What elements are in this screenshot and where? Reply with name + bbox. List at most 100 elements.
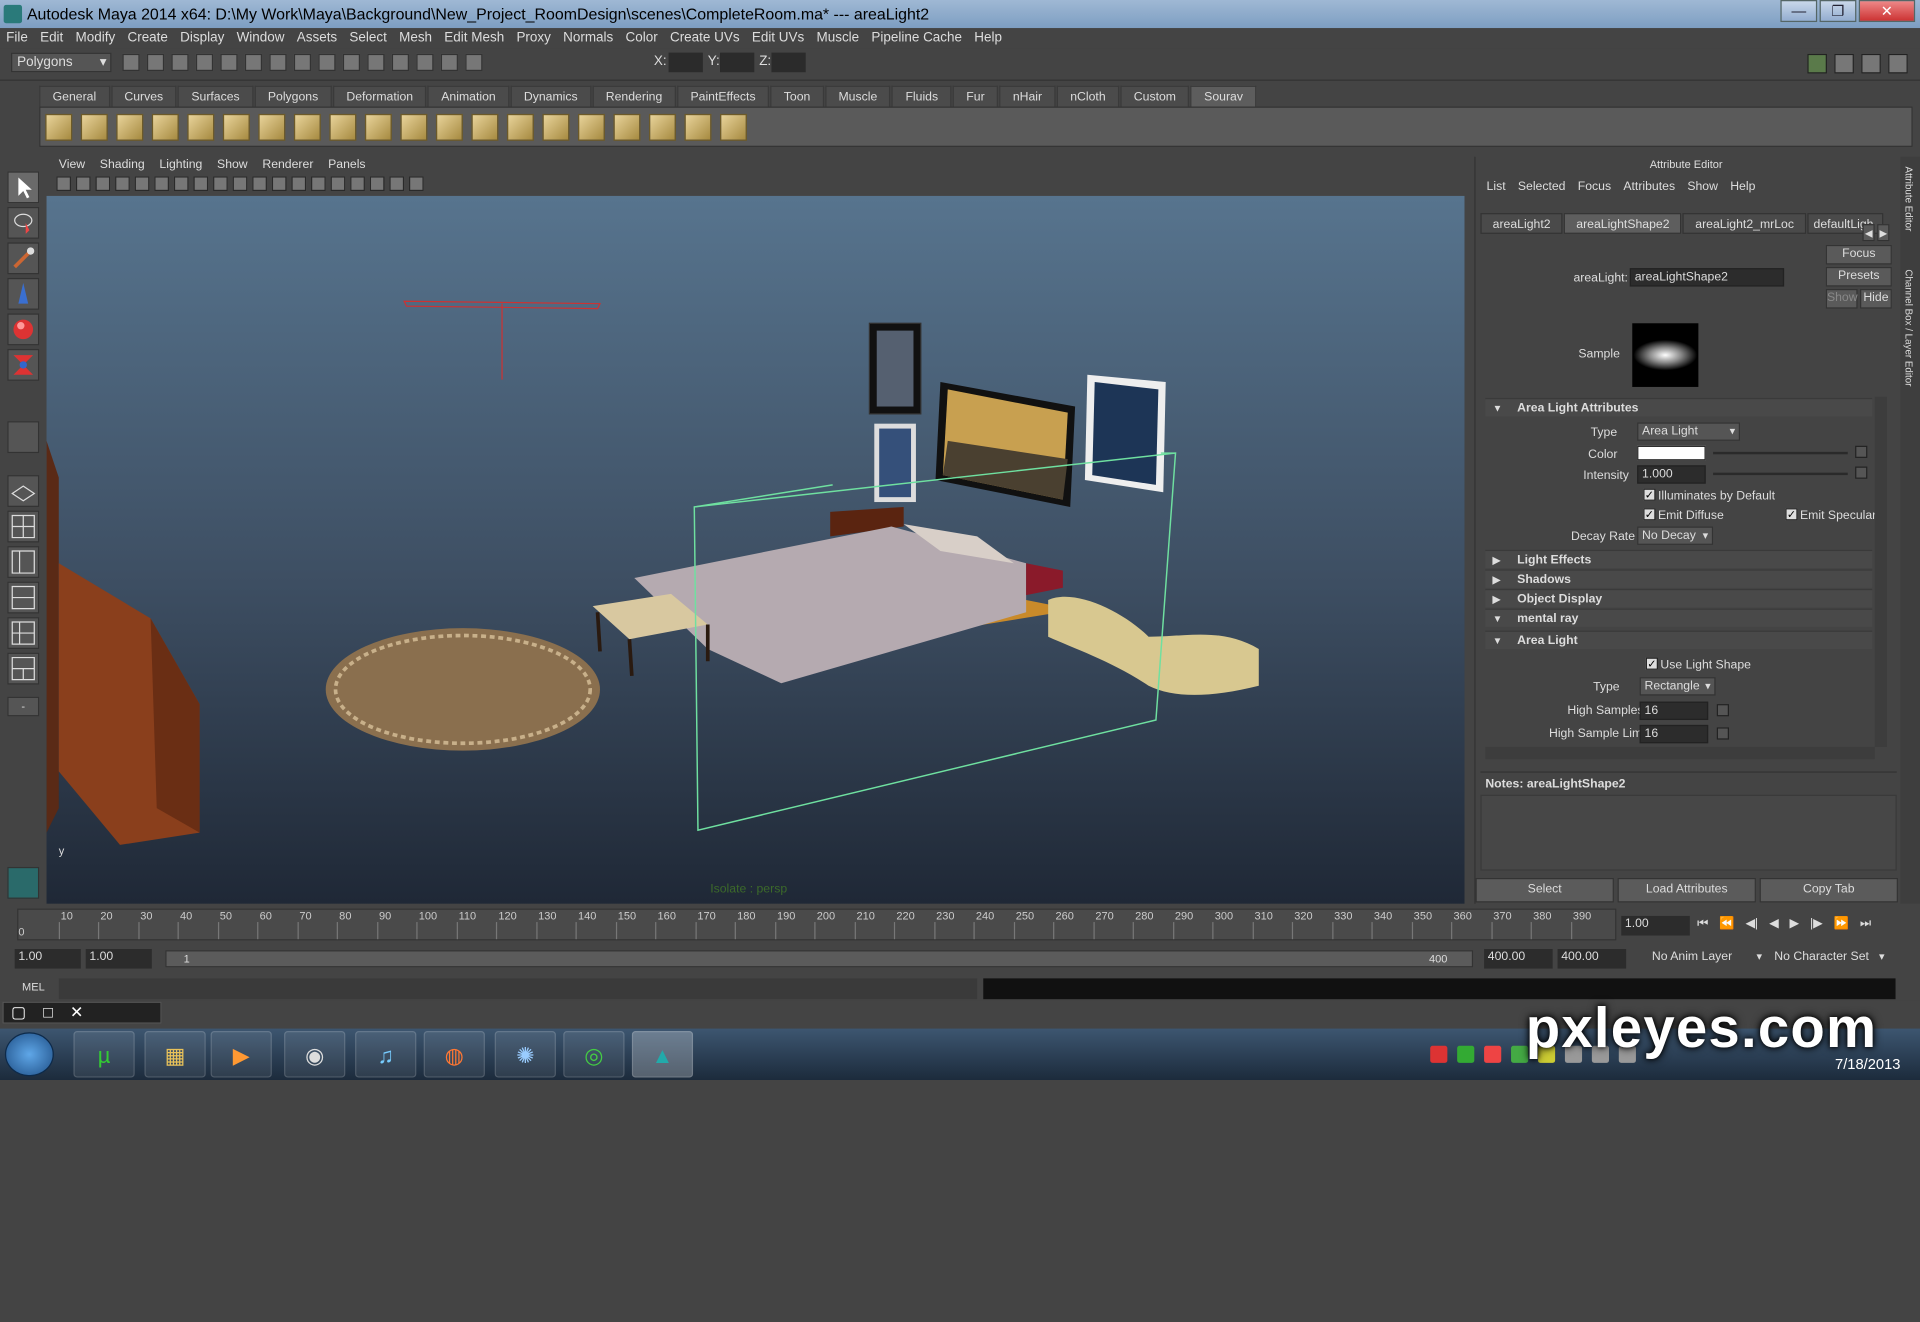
shelf-tab-rendering[interactable]: Rendering [592,85,676,107]
step-forward-frame-icon[interactable]: |▶ [1810,917,1823,930]
shelf-tab-fluids[interactable]: Fluids [891,85,952,107]
step-back-key-icon[interactable]: ⏪ [1719,917,1734,930]
command-input[interactable] [58,978,978,1000]
tab-scroll-right-icon[interactable]: ▶ [1877,224,1890,242]
shelf-tool-icon[interactable] [542,113,570,141]
shelf-tab-ncloth[interactable]: nCloth [1056,85,1120,107]
layout-single-icon[interactable] [7,475,40,507]
notes-textarea[interactable] [1480,794,1897,871]
toolbox-more-icon[interactable]: - [7,696,40,717]
shelf-tool-icon[interactable] [329,113,357,141]
shadows-icon[interactable] [271,176,287,192]
move-tool-icon[interactable] [7,277,40,310]
menu-create-uvs[interactable]: Create UVs [664,28,746,49]
animation-start-field[interactable]: 1.00 [14,948,81,969]
minimize-button[interactable]: — [1780,0,1818,23]
color-slider[interactable] [1713,451,1848,455]
go-to-start-icon[interactable]: ⏮ [1697,917,1708,930]
select-tool-icon[interactable] [7,171,40,204]
media-player-icon[interactable]: ▶ [210,1031,272,1078]
render-view-icon[interactable] [391,53,409,72]
high-sample-limit-field[interactable]: 16 [1639,724,1709,744]
shelf-tab-fur[interactable]: Fur [952,85,999,107]
layout-hypershade-icon[interactable] [7,617,40,649]
menu-edit-uvs[interactable]: Edit UVs [746,28,811,49]
shelf-tab-nhair[interactable]: nHair [999,85,1056,107]
ae-menu-attributes[interactable]: Attributes [1617,180,1681,193]
shelf-tool-icon[interactable] [506,113,534,141]
shelf-tool-icon[interactable] [116,113,144,141]
shelf-tab-muscle[interactable]: Muscle [825,85,891,107]
shelf-tab-painteffects[interactable]: PaintEffects [676,85,770,107]
menu-window[interactable]: Window [230,28,290,49]
section-light-effects[interactable]: ▶ Light Effects [1485,549,1873,569]
maximize-icon[interactable]: □ [43,1003,53,1023]
last-used-tool-icon[interactable] [7,421,40,454]
camera-attributes-icon[interactable] [75,176,91,192]
hud-icon[interactable] [330,176,346,192]
play-forward-icon[interactable]: ▶ [1790,917,1799,930]
step-forward-key-icon[interactable]: ⏩ [1834,917,1849,930]
shelf-tool-icon[interactable] [80,113,108,141]
menu-help[interactable]: Help [968,28,1008,49]
shelf-tab-general[interactable]: General [39,85,110,107]
ae-menu-selected[interactable]: Selected [1512,180,1572,193]
modeling-toolkit-icon[interactable] [7,866,40,899]
anti-alias-icon[interactable] [389,176,405,192]
depth-of-field-icon[interactable] [408,176,424,192]
section-area-light-attributes[interactable]: ▼ Area Light Attributes [1485,397,1873,417]
show-button[interactable]: Show [1825,288,1858,309]
ae-vertical-scrollbar[interactable] [1874,396,1887,747]
media-center-icon[interactable]: ◉ [284,1031,346,1078]
paint-select-tool-icon[interactable] [7,242,40,275]
film-gate-icon[interactable] [154,176,169,192]
shelf-tool-icon[interactable] [222,113,250,141]
high-sample-limit-map-icon[interactable] [1716,727,1729,740]
mel-label[interactable]: MEL [22,981,45,993]
node-name-field[interactable]: areaLightShape2 [1629,268,1785,287]
menu-modify[interactable]: Modify [69,28,121,49]
menu-file[interactable]: File [0,28,34,49]
menu-assets[interactable]: Assets [291,28,344,49]
ambient-occlusion-icon[interactable] [350,176,365,192]
start-button[interactable] [4,1032,54,1077]
section-object-display[interactable]: ▶ Object Display [1485,588,1873,608]
high-samples-map-icon[interactable] [1716,704,1729,717]
shelf-tab-custom[interactable]: Custom [1120,85,1190,107]
intensity-field[interactable]: 1.000 [1637,465,1706,484]
playback-start-field[interactable]: 1.00 [85,948,152,969]
scale-tool-icon[interactable] [7,348,40,381]
bookmark-icon[interactable] [95,176,111,192]
tray-app-icon[interactable] [1484,1045,1502,1063]
new-scene-icon[interactable] [122,53,140,72]
play-backward-icon[interactable]: ◀ [1769,917,1778,930]
shelf-tool-icon[interactable] [613,113,641,141]
camera-select-icon[interactable] [56,176,72,192]
shelf-tab-dynamics[interactable]: Dynamics [510,85,592,107]
restore-icon[interactable]: ▢ [11,1003,26,1023]
shelf-tool-icon[interactable] [435,113,463,141]
animation-end-field[interactable]: 400.00 [1557,948,1627,969]
minimized-window-bar[interactable]: ▢ □ ✕ [2,1001,162,1024]
menu-normals[interactable]: Normals [557,28,619,49]
grid-toggle-icon[interactable] [134,176,150,192]
maximize-button[interactable]: ❐ [1819,0,1857,23]
anim-layer-dropdown[interactable]: No Anim Layer [1648,948,1766,968]
select-hierarchy-icon[interactable] [195,53,214,72]
toggle-modeling-toolkit-icon[interactable] [1807,53,1827,74]
section-mental-ray[interactable]: ▼ mental ray [1485,608,1873,627]
shelf-tool-icon[interactable] [720,113,747,141]
time-ruler[interactable]: 0 10 20 30 40 50 60 70 80 90 100 110 120 130 140 150 16… [17,908,1617,941]
shelf-tab-toon[interactable]: Toon [770,85,824,107]
shelf-tab-surfaces[interactable]: Surfaces [177,85,254,107]
shelf-tool-icon[interactable] [258,113,286,141]
character-set-dropdown[interactable]: No Character Set [1770,948,1889,968]
ae-tab-arealightshape2[interactable]: areaLightShape2 [1564,213,1682,234]
z-input[interactable] [771,52,806,73]
menu-edit-mesh[interactable]: Edit Mesh [438,28,510,49]
go-to-end-icon[interactable]: ⏭ [1860,917,1871,930]
tray-app-icon[interactable] [1457,1045,1475,1063]
close-button[interactable]: ✕ [1858,0,1916,23]
toggle-tool-settings-icon[interactable] [1861,53,1881,74]
close-icon[interactable]: ✕ [70,1003,83,1023]
